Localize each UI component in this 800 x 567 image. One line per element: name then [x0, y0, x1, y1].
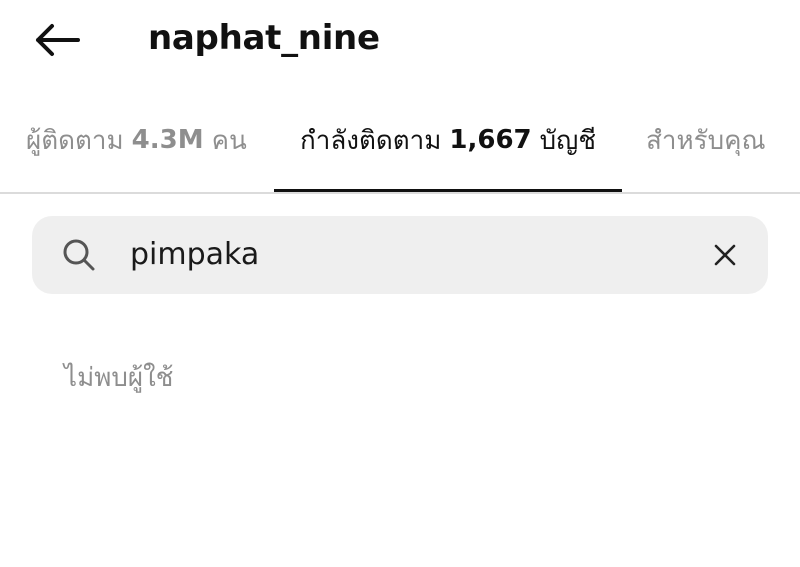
tab-following-count: 1,667	[449, 125, 532, 155]
close-icon	[714, 244, 736, 266]
tab-following-suffix: บัญชี	[539, 125, 596, 156]
profile-username: naphat_nine	[148, 18, 380, 58]
search-icon	[63, 239, 95, 271]
no-results-message: ไม่พบผู้ใช้	[64, 363, 174, 393]
search-input[interactable]	[130, 234, 690, 276]
top-bar: naphat_nine	[0, 0, 800, 80]
follow-tabs: ผู้ติดตาม 4.3M คน กำลังติดตาม 1,667 บัญช…	[0, 112, 800, 194]
arrow-left-icon	[36, 24, 80, 56]
back-button[interactable]	[26, 14, 88, 66]
tab-followers-count: 4.3M	[131, 125, 204, 155]
active-tab-indicator	[274, 189, 622, 192]
search-bar	[32, 216, 768, 294]
tab-followers-suffix: คน	[211, 125, 247, 156]
tab-for-you[interactable]: สำหรับคุณ	[646, 100, 766, 180]
tab-following-prefix: กำลังติดตาม	[300, 125, 442, 156]
clear-search-button[interactable]	[704, 234, 746, 276]
tab-followers[interactable]: ผู้ติดตาม 4.3M คน	[26, 100, 247, 180]
tab-following[interactable]: กำลังติดตาม 1,667 บัญชี	[274, 100, 622, 180]
tab-followers-prefix: ผู้ติดตาม	[26, 125, 124, 156]
